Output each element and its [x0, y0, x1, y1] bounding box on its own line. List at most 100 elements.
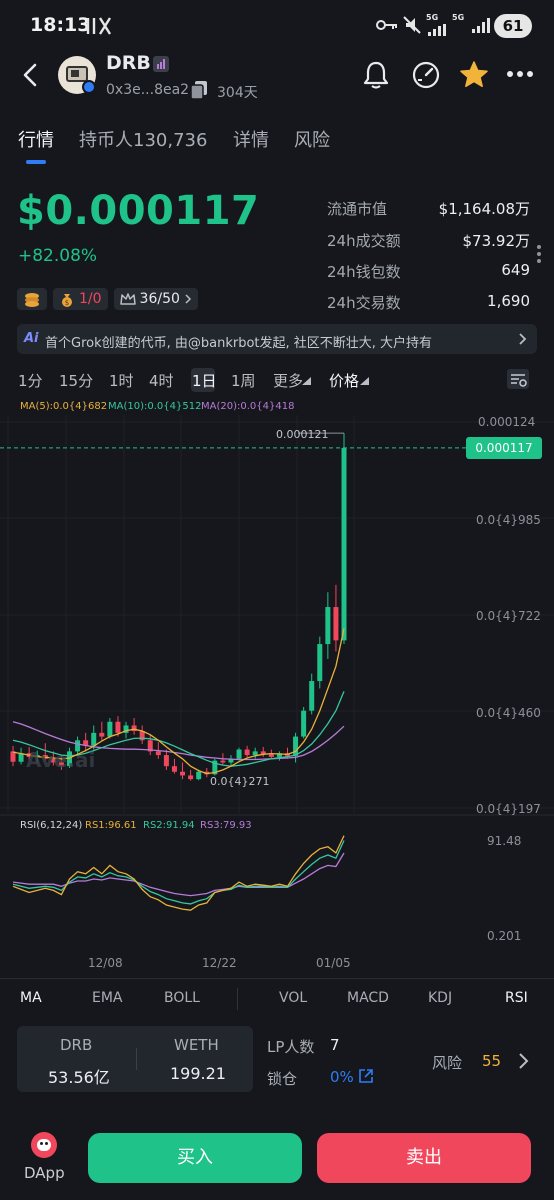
favorite-star-icon[interactable] — [459, 60, 489, 88]
timeframe-more[interactable]: 更多 — [273, 370, 303, 391]
pool-token-a: DRB — [60, 1036, 93, 1054]
chart-settings-icon[interactable] — [506, 368, 530, 390]
timeframe-1m[interactable]: 1分 — [18, 370, 43, 391]
pool-token-b: WETH — [174, 1036, 219, 1054]
indicator-divider — [237, 988, 238, 1010]
candle-body — [99, 732, 105, 737]
timeframe-1w[interactable]: 1周 — [231, 370, 256, 391]
chart-badge-icon — [153, 56, 169, 72]
stat-value-market-cap: $1,164.08万 — [438, 200, 530, 218]
speed-gauge-icon[interactable] — [410, 60, 442, 90]
rsi-bottom-label: 0.201 — [487, 929, 522, 943]
app-logo-icon — [86, 17, 112, 35]
indicator-ma[interactable]: MA — [20, 990, 42, 1006]
candle-body — [115, 721, 121, 733]
price-change: +82.08% — [18, 246, 98, 266]
tab-market[interactable]: 行情 — [18, 126, 54, 152]
ai-label: Ai — [24, 331, 39, 346]
candle-body — [236, 749, 242, 759]
current-price-tag: 0.000117 — [466, 437, 542, 459]
external-link-icon[interactable] — [358, 1068, 374, 1084]
dapp-icon[interactable] — [31, 1132, 57, 1158]
price-chart[interactable] — [0, 395, 554, 975]
candle-body — [180, 771, 186, 776]
y-tick-4: 0.0{4}197 — [476, 802, 541, 816]
candle-body — [268, 754, 274, 757]
token-symbol: DRB — [106, 52, 151, 74]
candle-body — [91, 732, 97, 746]
dapp-label[interactable]: DApp — [24, 1164, 65, 1182]
candle-body — [293, 736, 299, 756]
chart-watermark: Ave.ai — [26, 748, 95, 772]
x-tick-0: 12/08 — [88, 956, 123, 970]
candle-body — [171, 766, 177, 772]
lp-count-label: LP人数 — [267, 1038, 315, 1056]
low-label: 0.0{4}271 — [210, 775, 270, 788]
indicator-macd[interactable]: MACD — [347, 990, 389, 1006]
coins-icon — [25, 293, 39, 307]
signal-icon-2 — [472, 18, 490, 33]
rsi-top-label: 91.48 — [487, 834, 522, 848]
chevron-right-icon — [519, 333, 527, 345]
candle-body — [325, 607, 331, 645]
side-menu-icon[interactable] — [536, 244, 542, 264]
ai-summary-text: 首个Grok创建的代币, 由@bankrbot发起, 社区不断壮大, 大户持有 — [45, 336, 433, 351]
battery-level: 61 — [494, 14, 532, 38]
badge-row: $ 1/0 36/50 — [17, 288, 204, 310]
candle-body — [252, 751, 258, 756]
status-bar: 18:13 5G 5G 61 — [0, 0, 554, 52]
candle-body — [196, 771, 202, 780]
score-badge[interactable]: 36/50 — [113, 288, 198, 310]
tax-badge[interactable]: $ 1/0 — [53, 288, 108, 310]
timeframe-15m[interactable]: 15分 — [59, 370, 93, 391]
crown-icon — [119, 293, 136, 305]
tab-details[interactable]: 详情 — [233, 126, 269, 152]
copy-icon[interactable] — [190, 80, 208, 100]
indicator-kdj[interactable]: KDJ — [428, 990, 452, 1006]
risk-label: 风险 — [432, 1054, 463, 1072]
buy-button[interactable]: 买入 — [88, 1133, 302, 1183]
signal-icon — [428, 24, 446, 36]
lp-count-value: 7 — [330, 1036, 340, 1054]
key-icon — [376, 20, 397, 30]
lock-value: 0% — [330, 1068, 354, 1086]
indicator-boll[interactable]: BOLL — [164, 990, 200, 1006]
candle-body — [301, 710, 307, 737]
more-icon[interactable] — [506, 68, 534, 80]
bell-icon[interactable] — [362, 60, 390, 90]
y-tick-0: 0.000124 — [478, 415, 536, 429]
risk-chevron-icon[interactable] — [518, 1052, 530, 1070]
candle-body — [309, 681, 315, 711]
divider — [0, 978, 554, 979]
y-tick-3: 0.0{4}460 — [476, 706, 541, 720]
tab-risk[interactable]: 风险 — [294, 126, 330, 152]
current-price: $0.000117 — [17, 188, 260, 234]
timeframe-1h[interactable]: 1时 — [109, 370, 134, 391]
sell-button[interactable]: 卖出 — [317, 1133, 531, 1183]
tab-holders[interactable]: 持币人130,736 — [79, 126, 207, 152]
rsi-lines-layer — [12, 835, 345, 911]
candle-body — [188, 775, 194, 780]
back-icon[interactable] — [20, 62, 40, 88]
stat-label-wallets: 24h钱包数 — [327, 263, 401, 281]
tab-indicator — [26, 160, 46, 164]
indicator-vol[interactable]: VOL — [279, 990, 307, 1006]
candle-body — [220, 760, 226, 763]
score-value: 36/50 — [139, 291, 180, 307]
token-age: 304天 — [217, 85, 258, 101]
indicator-rsi[interactable]: RSI — [505, 990, 528, 1006]
risk-score: 55 — [482, 1052, 502, 1070]
x-tick-1: 12/22 — [202, 956, 237, 970]
timeframe-1d[interactable]: 1日 — [192, 370, 217, 391]
coins-badge[interactable] — [17, 288, 47, 310]
price-mode-toggle[interactable]: 价格 — [329, 370, 359, 391]
candles-layer — [10, 433, 347, 781]
candle-body — [317, 644, 323, 682]
rsi-rs1: RS1:96.61 — [85, 820, 137, 831]
rsi6-line — [12, 835, 345, 911]
stat-value-trades: 1,690 — [487, 292, 530, 310]
candle-body — [107, 721, 113, 737]
timeframe-4h[interactable]: 4时 — [149, 370, 174, 391]
rsi-legend: RSI(6,12,24) — [20, 820, 83, 831]
indicator-ema[interactable]: EMA — [92, 990, 123, 1006]
